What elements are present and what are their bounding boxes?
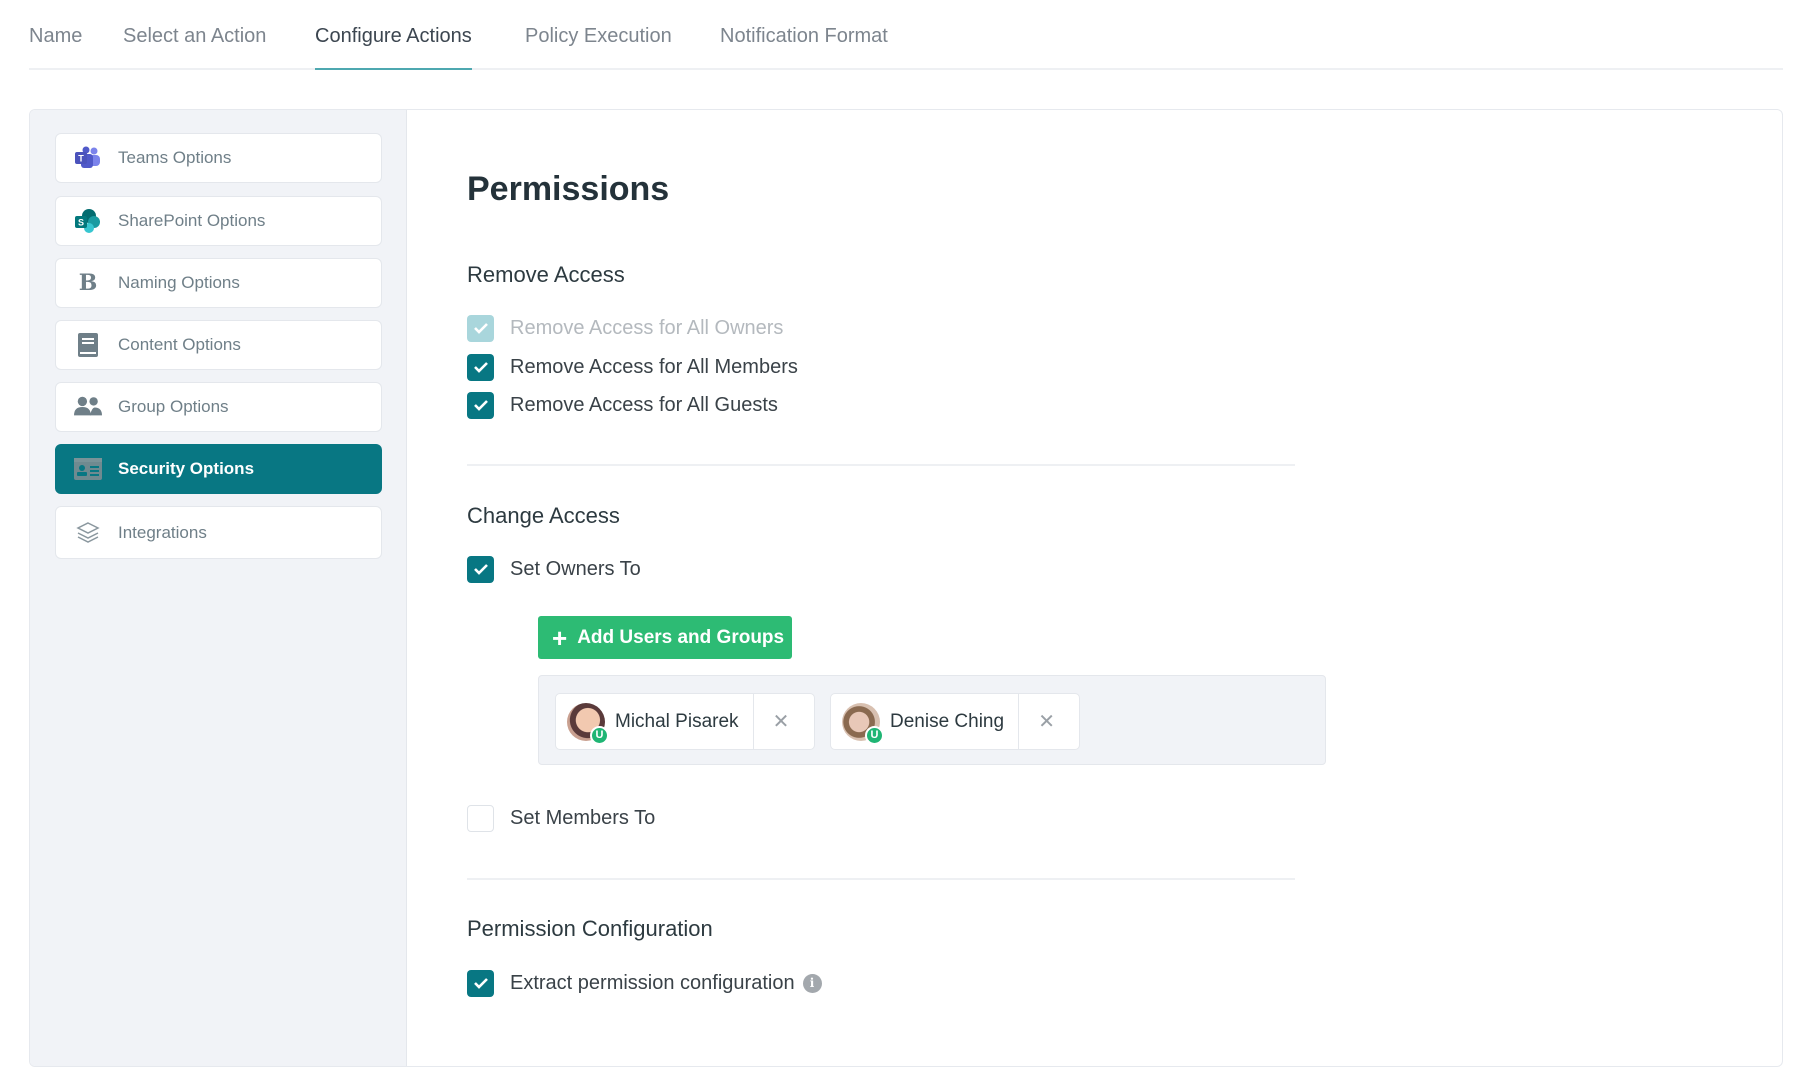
options-sidebar: T Teams Options S SharePoint Options B N… <box>30 110 407 1066</box>
permissions-section: Permissions Remove Access Remove Access … <box>407 110 1782 1066</box>
sidebar-item-label: Security Options <box>118 459 255 478</box>
checkbox-label: Extract permission configuration <box>510 971 795 994</box>
avatar: U <box>567 702 609 745</box>
tab-configure-actions[interactable]: Configure Actions <box>315 22 472 70</box>
add-users-and-groups-label: Add Users and Groups <box>577 626 785 648</box>
svg-text:S: S <box>78 218 84 228</box>
permission-configuration-heading: Permission Configuration <box>467 916 713 941</box>
checkbox-label: Set Owners To <box>510 557 641 580</box>
set-members-checkbox[interactable]: Set Members To <box>467 804 655 832</box>
remove-access-heading: Remove Access <box>467 262 625 287</box>
section-divider <box>467 464 1295 466</box>
svg-text:T: T <box>78 154 84 164</box>
set-owners-checkbox[interactable]: Set Owners To <box>467 555 641 583</box>
sidebar-item-group-options[interactable]: Group Options <box>55 382 382 432</box>
wizard-tabs: Name Select an Action Configure Actions … <box>29 0 1783 70</box>
sidebar-item-content-options[interactable]: Content Options <box>55 320 382 370</box>
user-name: Michal Pisarek <box>615 694 754 749</box>
sidebar-item-label: Content Options <box>118 335 241 354</box>
remove-user-button[interactable]: ✕ <box>754 694 809 749</box>
avatar: U <box>842 702 884 745</box>
checkbox-unchecked[interactable] <box>467 804 494 832</box>
users-icon <box>74 394 102 420</box>
sidebar-item-teams-options[interactable]: T Teams Options <box>55 133 382 183</box>
remove-user-button[interactable]: ✕ <box>1019 694 1074 749</box>
sidebar-item-integrations[interactable]: Integrations <box>55 506 382 559</box>
sidebar-item-label: Naming Options <box>118 273 240 292</box>
user-name: Denise Ching <box>890 694 1020 749</box>
sidebar-item-label: Group Options <box>118 397 229 416</box>
change-access-heading: Change Access <box>467 503 620 528</box>
checkbox-label: Remove Access for All Members <box>510 355 798 378</box>
sidebar-item-label: Teams Options <box>118 148 232 167</box>
layers-icon <box>74 520 102 546</box>
page-title: Permissions <box>467 170 670 208</box>
info-icon[interactable]: i <box>802 973 822 993</box>
remove-access-owners-checkbox[interactable]: Remove Access for All Owners <box>467 314 783 342</box>
remove-access-guests-checkbox[interactable]: Remove Access for All Guests <box>467 391 778 419</box>
extract-permission-configuration-checkbox[interactable]: Extract permission configuration i <box>467 969 822 997</box>
user-chip: U Denise Ching ✕ <box>830 693 1080 750</box>
user-chip: U Michal Pisarek ✕ <box>555 693 815 750</box>
user-type-badge: U <box>865 725 884 745</box>
configure-actions-panel: T Teams Options S SharePoint Options B N… <box>29 109 1783 1067</box>
section-divider <box>467 878 1295 880</box>
tab-policy-execution[interactable]: Policy Execution <box>525 22 672 70</box>
checkbox-checked[interactable] <box>467 969 494 997</box>
checkbox-checked[interactable] <box>467 555 494 583</box>
checkbox-label: Remove Access for All Owners <box>510 316 784 339</box>
sidebar-item-sharepoint-options[interactable]: S SharePoint Options <box>55 196 382 246</box>
tab-select-an-action[interactable]: Select an Action <box>123 22 266 70</box>
user-type-badge: U <box>590 725 609 745</box>
sidebar-item-label: SharePoint Options <box>118 211 266 230</box>
plus-icon: + <box>552 622 568 653</box>
sharepoint-icon: S <box>74 208 102 234</box>
teams-icon: T <box>74 145 102 171</box>
sidebar-item-label: Integrations <box>118 522 207 542</box>
selected-owners-list: U Michal Pisarek ✕ U Denise Ching ✕ <box>538 675 1326 765</box>
checkbox-label: Set Members To <box>510 806 656 829</box>
close-icon: ✕ <box>1038 711 1055 733</box>
id-card-icon <box>74 456 102 482</box>
book-icon <box>74 332 102 358</box>
checkbox-checked[interactable] <box>467 353 494 381</box>
checkbox-checked-disabled[interactable] <box>467 314 494 342</box>
tab-notification-format[interactable]: Notification Format <box>720 22 888 70</box>
close-icon: ✕ <box>772 711 790 733</box>
bold-b-icon: B <box>78 270 98 296</box>
sidebar-item-naming-options[interactable]: B Naming Options <box>55 258 382 308</box>
sidebar-item-security-options[interactable]: Security Options <box>55 444 382 494</box>
checkbox-checked[interactable] <box>467 391 494 419</box>
checkbox-label: Remove Access for All Guests <box>510 393 778 416</box>
tab-name[interactable]: Name <box>29 22 82 70</box>
add-users-and-groups-button[interactable]: + Add Users and Groups <box>538 616 792 659</box>
remove-access-members-checkbox[interactable]: Remove Access for All Members <box>467 353 798 381</box>
